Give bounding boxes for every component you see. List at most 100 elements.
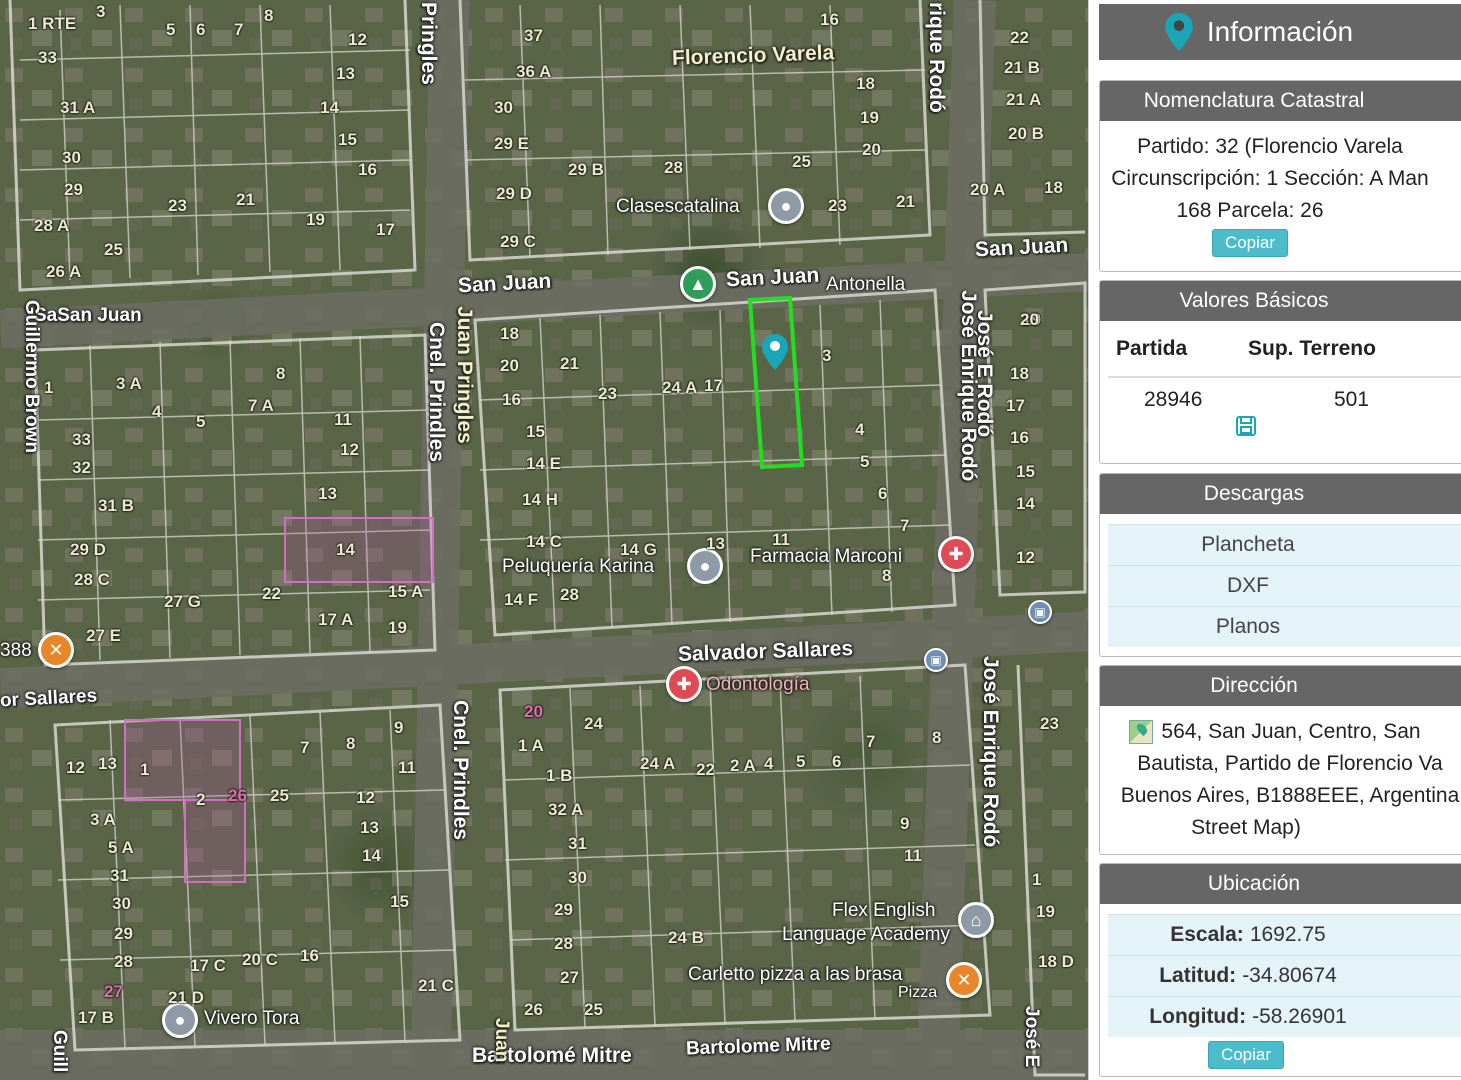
parcel-number-label: 27: [560, 968, 579, 987]
parcel-number-label: 7 A: [248, 396, 274, 415]
school-icon[interactable]: ⌂: [958, 902, 994, 938]
parcel-number-label: 8: [264, 6, 274, 25]
parcel-number-label: 6: [196, 20, 206, 39]
parcel-number-label: 28 C: [74, 570, 110, 589]
address-line: Bautista, Partido de Florencio Va: [1137, 752, 1443, 775]
street-label: José E Rodó: [973, 310, 996, 438]
park-icon[interactable]: ▲: [680, 266, 716, 302]
parcel-number-label: 26: [228, 786, 247, 805]
valores-card: Valores Básicos Partida Sup. Terreno 289…: [1099, 280, 1461, 464]
street-label: Antonella: [826, 274, 906, 295]
poi-pin-icon[interactable]: ●: [768, 188, 804, 224]
parcel-number-label: 9: [900, 814, 910, 833]
valores-table: Partida Sup. Terreno 28946 501: [1108, 321, 1461, 421]
parcel-number-label: 2 A: [730, 756, 756, 775]
parcel-number-label: 19: [388, 618, 407, 637]
copy-nomenclatura-button[interactable]: Copiar: [1211, 229, 1289, 257]
parcel-number-label: 3: [822, 346, 832, 365]
info-panel: Información Nomenclatura Catastral Parti…: [1088, 0, 1461, 1080]
street-label: San Juan: [725, 263, 820, 292]
parcel-number-label: 3: [96, 2, 106, 21]
restaurant-icon[interactable]: ✕: [38, 632, 74, 668]
copy-ubicacion-button[interactable]: Copiar: [1207, 1041, 1285, 1069]
download-dxf-link[interactable]: DXF: [1108, 565, 1461, 606]
parcel-number-label: 30: [494, 98, 513, 117]
parcel-number-label: 20: [1020, 310, 1039, 329]
parcel-number-label: 31: [110, 866, 129, 885]
parcel-number-label: 6: [832, 752, 842, 771]
parcel-number-label: 17 A: [318, 610, 354, 629]
save-icon[interactable]: [1235, 415, 1257, 437]
parcel-number-label: 16: [820, 10, 839, 29]
parcel-number-label: 29: [114, 924, 133, 943]
street-label: Pringles: [417, 2, 440, 85]
longitud-row: Longitud: -58.26901: [1108, 996, 1461, 1037]
street-label: Juan Pringles: [453, 306, 476, 444]
parcel-number-label: 26: [524, 1000, 543, 1019]
parcel-number-label: 14 E: [526, 454, 561, 473]
parcel-number-label: 21 B: [1004, 58, 1040, 77]
poi-label[interactable]: Language Academy: [782, 924, 950, 946]
parcel-number-label: 25: [104, 240, 123, 259]
descargas-card: Descargas Plancheta DXF Planos: [1099, 473, 1461, 657]
poi-label[interactable]: Carletto pizza a las brasa: [688, 964, 902, 986]
address-line: Street Map): [1191, 816, 1301, 839]
latitud-label: Latitud:: [1159, 964, 1237, 987]
parcel-number-label: 12: [348, 30, 367, 49]
parcel-number-label: 1: [44, 378, 54, 397]
parcel-number-label: 24 B: [668, 928, 704, 947]
parcel-number-label: 13: [360, 818, 379, 837]
satellite-map[interactable]: Pringles rique Rodó Florencio Varela San…: [0, 0, 1088, 1080]
parcel-number-label: 11: [398, 758, 416, 777]
street-label: Juan: [491, 1018, 512, 1063]
poi-label[interactable]: Vivero Tora: [204, 1008, 299, 1030]
location-marker-icon[interactable]: [762, 334, 788, 370]
dentist-icon[interactable]: ✚: [666, 666, 702, 702]
street-label: San Juan: [974, 233, 1069, 262]
poi-label[interactable]: Flex English: [832, 900, 936, 922]
parcel-number-label: 12: [356, 788, 375, 807]
descargas-header: Descargas: [1100, 474, 1461, 514]
parcel-number-label: 16: [358, 160, 377, 179]
parcel-number-label: 4: [152, 402, 162, 421]
parcel-number-label: 36 A: [516, 62, 552, 81]
bus-stop-icon[interactable]: ▣: [924, 648, 948, 672]
parcel-number-label: 29: [554, 900, 573, 919]
pharmacy-icon[interactable]: ✚: [938, 536, 974, 572]
download-planos-link[interactable]: Planos: [1108, 606, 1461, 647]
poi-label[interactable]: Pizza: [898, 984, 937, 1002]
map-icon[interactable]: [1129, 720, 1154, 745]
parcel-number-label: 28: [114, 952, 133, 971]
parcel-number-label: 14: [336, 540, 355, 559]
parcel-number-label: 17 B: [78, 1008, 114, 1027]
parcel-number-label: 14 H: [522, 490, 558, 509]
parcel-number-label: 8: [882, 566, 892, 585]
parcel-number-label: 14 F: [504, 590, 539, 609]
parcel-number-label: 2: [196, 790, 206, 809]
parcel-number-label: 11: [904, 846, 922, 865]
parcel-number-label: 19: [860, 108, 879, 127]
parcel-number-label: 20 C: [242, 950, 278, 969]
street-number-label: 388: [0, 640, 32, 661]
parcel-number-label: 3 A: [116, 374, 142, 393]
parcel-number-label: 23: [598, 384, 617, 403]
parcel-number-label: 18: [1044, 178, 1063, 197]
longitud-label: Longitud:: [1149, 1005, 1247, 1028]
parcel-number-label: 19: [1036, 902, 1055, 921]
ubicacion-card: Ubicación Escala: 1692.75 Latitud: -34.8…: [1099, 863, 1461, 1077]
location-marker-icon: [1165, 13, 1193, 51]
parcel-number-label: 15 A: [388, 582, 424, 601]
poi-label[interactable]: Odontología: [706, 674, 810, 696]
parcel-number-label: 24: [584, 714, 603, 733]
poi-label[interactable]: Clasescatalina: [616, 196, 740, 218]
parcel-number-label: 17: [376, 220, 395, 239]
parcel-number-label: 16: [502, 390, 521, 409]
restaurant-icon[interactable]: ✕: [946, 962, 982, 998]
bus-stop-icon[interactable]: ▣: [1028, 600, 1052, 624]
parcel-number-label: 27 E: [86, 626, 121, 645]
parcel-number-label: 5: [860, 452, 870, 471]
parcel-number-label: 1: [140, 760, 150, 779]
escala-value: 1692.75: [1249, 923, 1326, 946]
parcel-number-label: 17 C: [190, 956, 226, 975]
download-plancheta-link[interactable]: Plancheta: [1108, 524, 1461, 565]
